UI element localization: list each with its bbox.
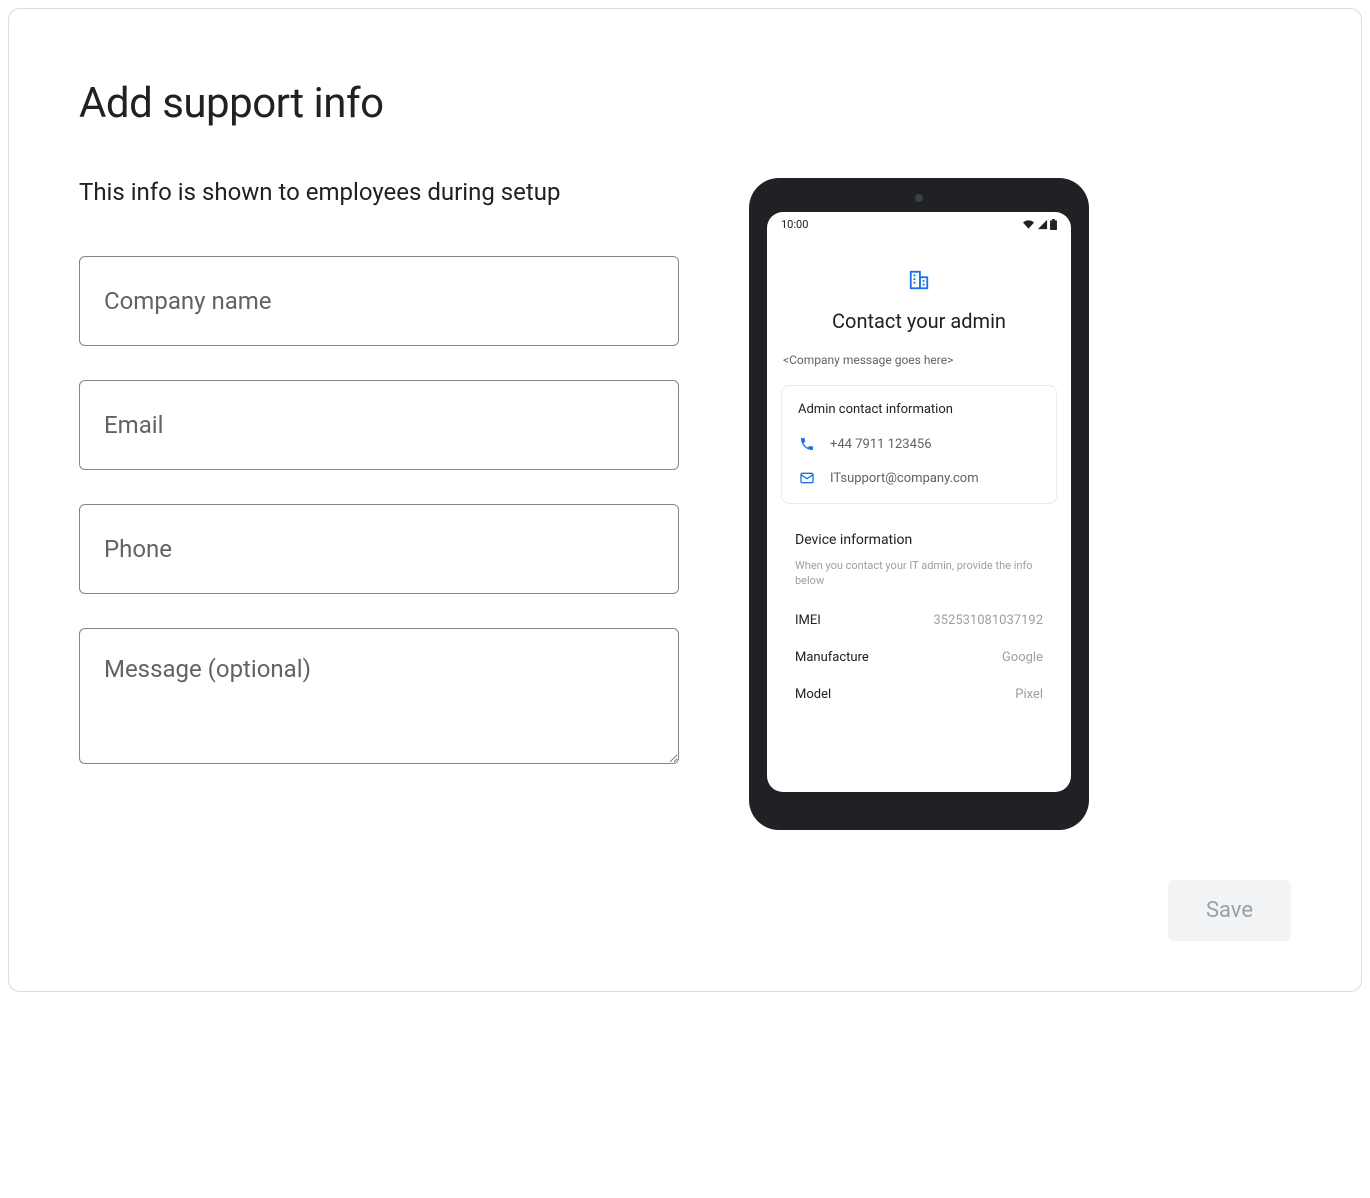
actions-row: Save	[79, 880, 1291, 941]
device-label: IMEI	[795, 613, 821, 628]
signal-icon	[1037, 219, 1048, 230]
phone-heading: Contact your admin	[781, 309, 1057, 333]
phone-input[interactable]	[79, 504, 679, 594]
building-icon-wrap	[781, 269, 1057, 295]
status-icons	[1022, 219, 1057, 230]
preview-column: 10:00	[749, 178, 1089, 830]
admin-contact-card: Admin contact information +44 7911 12345…	[781, 385, 1057, 504]
battery-icon	[1050, 219, 1057, 230]
support-info-card: Add support info This info is shown to e…	[8, 8, 1362, 992]
device-value: Pixel	[1015, 687, 1043, 702]
phone-company-message: <Company message goes here>	[781, 353, 1057, 367]
phone-frame: 10:00	[749, 178, 1089, 830]
contact-card-title: Admin contact information	[798, 402, 1040, 417]
mail-icon	[798, 469, 816, 487]
device-label: Manufacture	[795, 650, 869, 665]
device-value: Google	[1002, 650, 1043, 665]
company-name-input[interactable]	[79, 256, 679, 346]
message-textarea[interactable]	[79, 628, 679, 764]
device-value: 352531081037192	[933, 613, 1043, 628]
device-row-imei: IMEI 352531081037192	[781, 613, 1057, 628]
device-hint: When you contact your IT admin, provide …	[781, 558, 1057, 589]
phone-content: Contact your admin <Company message goes…	[767, 231, 1071, 744]
email-input[interactable]	[79, 380, 679, 470]
phone-screen: 10:00	[767, 212, 1071, 792]
phone-status-bar: 10:00	[767, 212, 1071, 231]
contact-email-row: ITsupport@company.com	[798, 469, 1040, 487]
device-section-title: Device information	[781, 532, 1057, 548]
page-subtitle: This info is shown to employees during s…	[79, 178, 679, 206]
contact-phone-row: +44 7911 123456	[798, 435, 1040, 453]
building-icon	[908, 269, 930, 291]
phone-camera-dot	[915, 194, 923, 202]
form-column: This info is shown to employees during s…	[79, 178, 679, 802]
phone-icon	[798, 435, 816, 453]
page-title: Add support info	[79, 79, 1291, 128]
content-row: This info is shown to employees during s…	[79, 178, 1291, 830]
device-row-manufacture: Manufacture Google	[781, 650, 1057, 665]
wifi-icon	[1022, 219, 1035, 230]
contact-phone-text: +44 7911 123456	[830, 437, 932, 452]
device-row-model: Model Pixel	[781, 687, 1057, 702]
device-label: Model	[795, 687, 831, 702]
contact-email-text: ITsupport@company.com	[830, 471, 979, 486]
status-time: 10:00	[781, 218, 808, 231]
save-button[interactable]: Save	[1168, 880, 1291, 941]
